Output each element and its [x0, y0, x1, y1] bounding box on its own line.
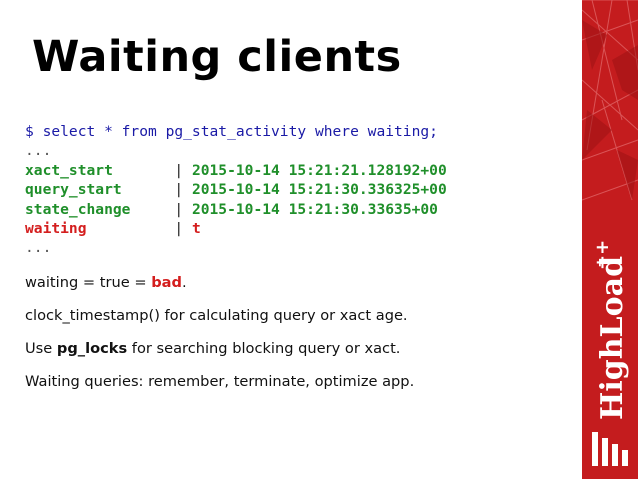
code-separator: |	[165, 181, 192, 199]
slide: Waiting clients $ select * from pg_stat_…	[0, 0, 638, 479]
code-value: 2015-10-14 15:21:30.33635+00	[191, 200, 438, 218]
code-separator: |	[165, 200, 192, 218]
code-separator: |	[165, 220, 192, 238]
code-key: query_start	[25, 181, 166, 199]
pattern-blocks	[582, 20, 638, 200]
code-row-xact-start: xact_start | 2015-10-14 15:21:21.128192+…	[25, 161, 447, 180]
bullet-emphasis: bad	[151, 274, 182, 291]
code-key: xact_start	[25, 161, 166, 179]
brand-sidebar: HighLoad ++	[582, 0, 638, 479]
code-query: $ select * from pg_stat_activity where w…	[25, 123, 438, 140]
slide-title: Waiting clients	[32, 32, 402, 82]
bullet-item: Use pg_locks for searching blocking quer…	[25, 339, 414, 372]
code-value: 2015-10-14 15:21:30.336325+00	[191, 181, 447, 199]
code-key: waiting	[25, 220, 166, 238]
code-row-state-change: state_change | 2015-10-14 15:21:30.33635…	[25, 200, 447, 219]
code-key: state_change	[25, 200, 166, 218]
bullet-text: waiting = true =	[25, 274, 152, 291]
code-row-waiting: waiting | t	[25, 219, 447, 238]
code-separator: |	[165, 161, 192, 179]
brand-superscript: ++	[592, 240, 613, 270]
bullet-text: Waiting queries: remember, terminate, op…	[25, 373, 415, 390]
bullet-text: for searching blocking query or xact.	[127, 340, 401, 357]
brand-graphic: HighLoad ++	[582, 0, 638, 466]
brand-wordmark: HighLoad	[595, 256, 630, 420]
code-ellipsis-bottom: ...	[25, 239, 52, 257]
bullet-item: waiting = true = bad.	[25, 273, 414, 306]
code-value: 2015-10-14 15:21:21.128192+00	[191, 161, 447, 179]
code-ellipsis-top: ...	[25, 142, 52, 160]
bullet-item: Waiting queries: remember, terminate, op…	[25, 372, 414, 405]
bullet-text: .	[181, 274, 187, 291]
code-value: t	[191, 220, 201, 238]
bullet-emphasis: pg_locks	[56, 340, 128, 357]
bullet-text: Use	[25, 340, 57, 357]
bullet-item: clock_timestamp() for calculating query …	[25, 306, 414, 339]
code-block: $ select * from pg_stat_activity where w…	[25, 122, 447, 258]
bullet-list: waiting = true = bad. clock_timestamp() …	[25, 273, 414, 405]
code-row-query-start: query_start | 2015-10-14 15:21:30.336325…	[25, 180, 447, 199]
highload-logo-icon	[592, 432, 628, 466]
bullet-text: clock_timestamp() for calculating query …	[25, 307, 408, 324]
